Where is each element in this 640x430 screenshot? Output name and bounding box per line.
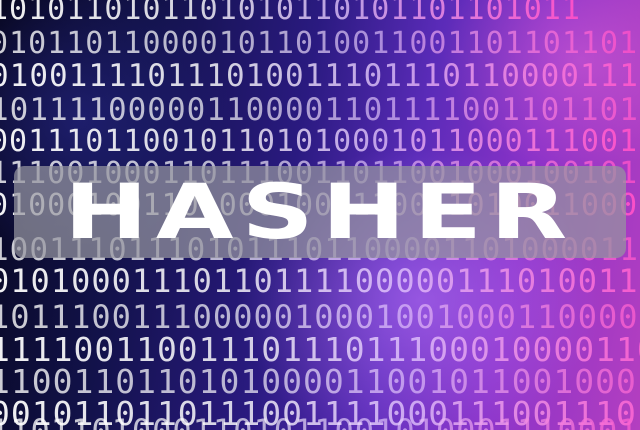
binary-row: 1010110101101010110101101101011 [0, 0, 581, 27]
binary-row: 0101000111011011110000011101001100 [0, 262, 640, 300]
hasher-hero-image: 1010110101101010110101101101011 010110110… [0, 0, 640, 430]
page-title: HASHER [64, 167, 576, 256]
binary-row: 0011101100101101010001011000111001 [0, 124, 638, 159]
binary-row: 1101101000110101100101000111000101 [0, 412, 640, 430]
binary-row: 1011110000011000011011110011011010 [0, 92, 640, 128]
binary-row: 0101101100001011010011001101101101 [0, 26, 638, 61]
binary-row: 0100111101110100111011101100001110 [0, 58, 640, 94]
title-banner: HASHER [14, 166, 626, 258]
